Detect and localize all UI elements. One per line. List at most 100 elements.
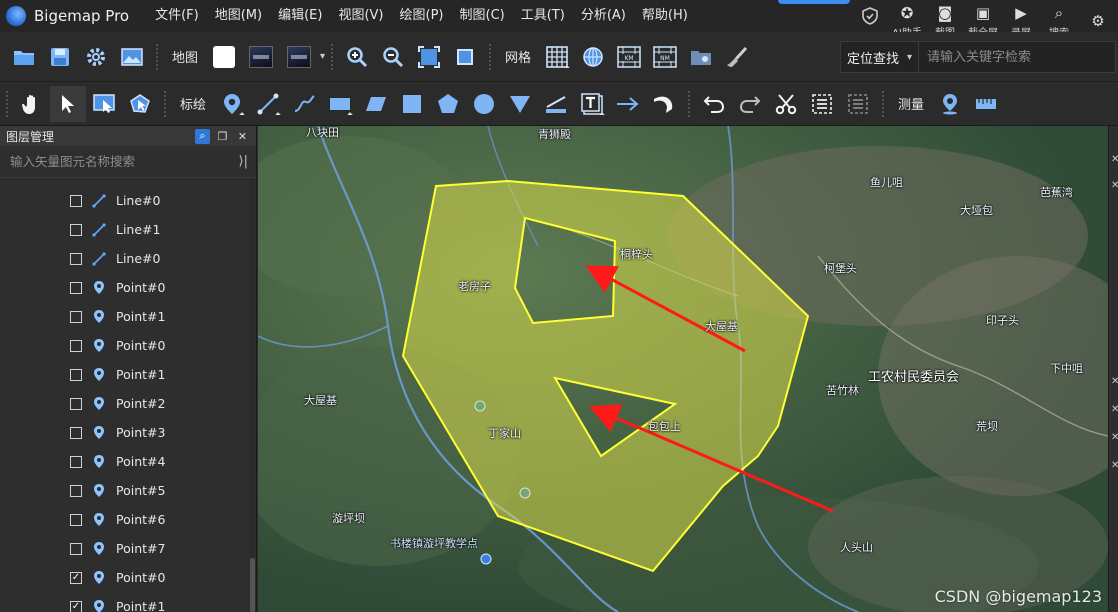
layer-item[interactable]: Point#3 xyxy=(0,418,250,447)
latlng-grid-button[interactable] xyxy=(575,39,611,75)
draw-parallelogram-button[interactable] xyxy=(358,86,394,122)
menu-map[interactable]: 地图(M) xyxy=(207,0,270,32)
draw-curved-arrow-button[interactable] xyxy=(646,86,682,122)
layer-item[interactable]: Point#2 xyxy=(0,389,250,418)
menu-cartography[interactable]: 制图(C) xyxy=(452,0,513,32)
brush-button[interactable] xyxy=(719,39,755,75)
layer-item[interactable]: Point#5 xyxy=(0,476,250,505)
restore-window-icon[interactable]: ❐ xyxy=(215,129,230,144)
layer-item[interactable]: Point#0 xyxy=(0,331,250,360)
zoom-extent-button[interactable] xyxy=(411,39,447,75)
list-select-button[interactable] xyxy=(804,86,840,122)
settings-gear-button[interactable] xyxy=(78,39,114,75)
grid-button[interactable] xyxy=(539,39,575,75)
dock-close-icon[interactable]: ✕ xyxy=(1111,154,1118,165)
blank-basemap-button[interactable] xyxy=(213,45,236,68)
image-button[interactable] xyxy=(114,39,150,75)
draw-triangle-button[interactable] xyxy=(502,86,538,122)
menu-tools[interactable]: 工具(T) xyxy=(513,0,573,32)
search-icon[interactable]: ⌕ xyxy=(195,128,210,144)
locate-mode-select[interactable]: 定位查找 ▾ xyxy=(841,42,920,72)
list-deselect-button[interactable] xyxy=(840,86,876,122)
chevron-down-icon[interactable]: ▾ xyxy=(320,51,325,62)
dock-close-icon[interactable]: ✕ xyxy=(1111,460,1118,471)
draw-rectangle-button[interactable] xyxy=(322,86,358,122)
layer-checkbox[interactable] xyxy=(70,455,82,468)
zoom-out-button[interactable] xyxy=(375,39,411,75)
layer-item[interactable]: Point#0 xyxy=(0,273,250,302)
redo-button[interactable] xyxy=(732,86,768,122)
select-region-button[interactable] xyxy=(86,86,122,122)
km-grid-button[interactable]: KM xyxy=(611,39,647,75)
draw-curve-button[interactable] xyxy=(286,86,322,122)
draw-annotation-button[interactable] xyxy=(538,86,574,122)
layer-checkbox-checked[interactable]: ✓ xyxy=(70,600,82,612)
layer-checkbox[interactable] xyxy=(70,310,82,323)
layer-search-input[interactable] xyxy=(10,154,220,169)
layer-checkbox[interactable] xyxy=(70,513,82,526)
draw-pentagon-button[interactable] xyxy=(430,86,466,122)
fullscreen-button[interactable] xyxy=(447,39,483,75)
draw-circle-button[interactable] xyxy=(466,86,502,122)
draw-arrow-button[interactable] xyxy=(610,86,646,122)
save-button[interactable] xyxy=(42,39,78,75)
layer-scrollbar[interactable] xyxy=(250,178,255,612)
draw-point-button[interactable] xyxy=(214,86,250,122)
layer-checkbox[interactable] xyxy=(70,542,82,555)
cut-button[interactable] xyxy=(768,86,804,122)
layer-checkbox[interactable] xyxy=(70,194,82,207)
layer-item[interactable]: Line#0 xyxy=(0,186,250,215)
undo-button[interactable] xyxy=(696,86,732,122)
layer-checkbox[interactable] xyxy=(70,281,82,294)
basemap-thumbnail-1[interactable] xyxy=(249,45,274,68)
edit-node-button[interactable] xyxy=(122,86,158,122)
collapse-panel-icon[interactable]: ⟩| xyxy=(239,154,248,169)
layer-item[interactable]: Point#4 xyxy=(0,447,250,476)
scrollbar-thumb[interactable] xyxy=(250,558,255,612)
nm-grid-button[interactable]: NM xyxy=(647,39,683,75)
zoom-in-button[interactable] xyxy=(339,39,375,75)
shield-icon[interactable] xyxy=(858,0,882,32)
menu-draw[interactable]: 绘图(P) xyxy=(392,0,452,32)
layer-item[interactable]: Line#1 xyxy=(0,215,250,244)
basemap-thumbnail-2[interactable] xyxy=(287,45,312,68)
layer-checkbox[interactable] xyxy=(70,223,82,236)
menu-help[interactable]: 帮助(H) xyxy=(634,0,696,32)
layer-checkbox[interactable] xyxy=(70,397,82,410)
menu-analysis[interactable]: 分析(A) xyxy=(573,0,634,32)
layer-item[interactable]: Point#7 xyxy=(0,534,250,563)
map-canvas[interactable]: 八块田 青狮殿 鱼儿咀 芭蕉湾 大垭包 桐梓头 柯堡头 老房子 大屋基 印子头 … xyxy=(258,126,1108,612)
layer-checkbox[interactable] xyxy=(70,484,82,497)
layer-checkbox[interactable] xyxy=(70,252,82,265)
layer-folder-button[interactable] xyxy=(683,39,719,75)
layer-item[interactable]: Line#0 xyxy=(0,244,250,273)
keyword-search-input[interactable] xyxy=(919,49,1090,65)
menu-view[interactable]: 视图(V) xyxy=(330,0,391,32)
draw-square-button[interactable] xyxy=(394,86,430,122)
menu-edit[interactable]: 编辑(E) xyxy=(270,0,330,32)
layer-item[interactable]: Point#6 xyxy=(0,505,250,534)
open-folder-button[interactable] xyxy=(6,39,42,75)
close-icon[interactable]: ✕ xyxy=(235,129,250,144)
dock-close-icon[interactable]: ✕ xyxy=(1111,432,1118,443)
menu-file[interactable]: 文件(F) xyxy=(147,0,207,32)
layer-item[interactable]: ✓ Point#1 xyxy=(0,592,250,612)
point-pin-icon xyxy=(92,454,106,469)
dock-close-icon[interactable]: ✕ xyxy=(1111,404,1118,415)
draw-line-button[interactable] xyxy=(250,86,286,122)
layer-checkbox[interactable] xyxy=(70,339,82,352)
layer-checkbox[interactable] xyxy=(70,426,82,439)
measure-distance-button[interactable] xyxy=(968,86,1004,122)
point-pin-icon xyxy=(92,309,106,324)
draw-text-button[interactable] xyxy=(574,86,610,122)
layer-item[interactable]: ✓ Point#0 xyxy=(0,563,250,592)
dock-close-icon[interactable]: ✕ xyxy=(1111,376,1118,387)
layer-item[interactable]: Point#1 xyxy=(0,302,250,331)
layer-checkbox[interactable] xyxy=(70,368,82,381)
layer-checkbox-checked[interactable]: ✓ xyxy=(70,571,82,584)
pan-hand-button[interactable] xyxy=(14,86,50,122)
measure-point-button[interactable] xyxy=(932,86,968,122)
layer-item[interactable]: Point#1 xyxy=(0,360,250,389)
select-pointer-button[interactable] xyxy=(50,85,86,122)
dock-close-icon[interactable]: ✕ xyxy=(1111,180,1118,191)
